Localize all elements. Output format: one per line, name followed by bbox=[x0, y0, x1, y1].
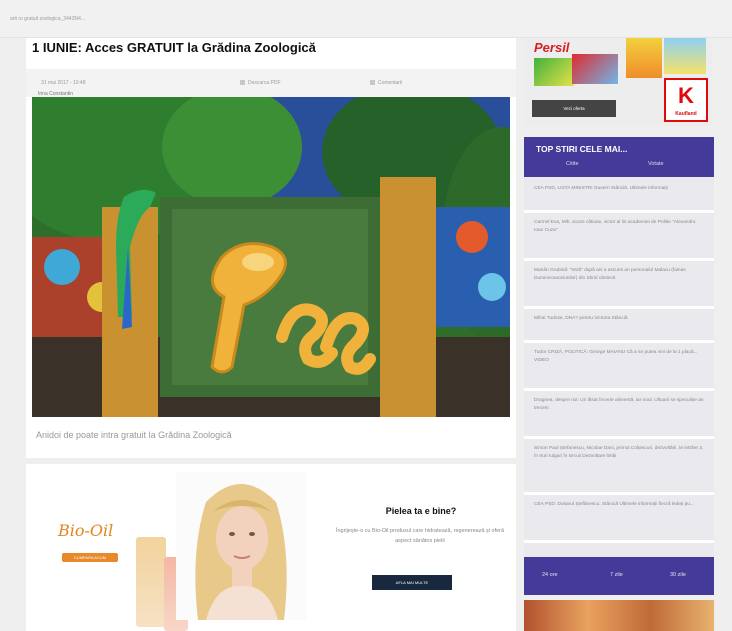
persil-logo: Persil bbox=[534, 40, 570, 55]
top-news-title: TOP STIRI CELE MAI... bbox=[536, 144, 628, 154]
tab-7-days[interactable]: 7 zile bbox=[610, 572, 623, 578]
list-item[interactable]: Simon Paul Ștefanescu, Nicolae Dani, pri… bbox=[524, 439, 714, 495]
ad-learn-more-button[interactable]: AFLA MAI MULTE bbox=[372, 575, 452, 590]
top-news-header: TOP STIRI CELE MAI... Citite Votate bbox=[524, 137, 714, 177]
ad-description: Îngrijește-o cu Bio-Oil produsul care hi… bbox=[335, 528, 505, 544]
photo-caption: Anidoi de poate intra gratuit la Grădina… bbox=[36, 430, 232, 440]
article-byline: Irina Constantin 31 mai 2017 - 10:48 bbox=[38, 80, 86, 97]
article-column: 1 IUNIE: Acces GRATUIT la Grădina Zoolog… bbox=[26, 38, 516, 631]
comments-link[interactable]: Comentarii bbox=[370, 80, 402, 86]
article-title[interactable]: 1 IUNIE: Acces GRATUIT la Grădina Zoolog… bbox=[32, 40, 316, 55]
list-item[interactable]: CEA PSD: Dosarul Ștefănescu, Stânciă Ult… bbox=[524, 495, 714, 543]
download-pdf-link[interactable]: Descarca PDF bbox=[240, 80, 281, 86]
comment-icon bbox=[370, 80, 375, 86]
list-item[interactable]: Mariân Grubină: "Intră" după ani a ascun… bbox=[524, 261, 714, 309]
article-date: 31 mai 2017 - 10:48 bbox=[41, 80, 86, 86]
kaufland-letter: K bbox=[678, 83, 694, 108]
view-offer-button[interactable]: Vezi oferta bbox=[532, 100, 616, 117]
article-photo[interactable] bbox=[32, 97, 510, 417]
top-news-list: CEA PSD, LISTA MINISTRI Guvern Stânciă. … bbox=[524, 179, 714, 543]
list-item[interactable]: Dragnea, despre noi: Un lăsat încerte al… bbox=[524, 391, 714, 439]
list-item[interactable]: Carmel Eva, Mih. scuze câtiuse, victor a… bbox=[524, 213, 714, 261]
ad-headline: Pielea ta e bine? bbox=[385, 506, 457, 516]
browser-url-bar[interactable]: arti ro gratuit zoologica_3443N4... bbox=[0, 0, 732, 38]
persil-pack-green bbox=[534, 58, 574, 86]
zoo-entrance-image bbox=[32, 97, 510, 417]
kaufland-logo: K Kaufland bbox=[664, 78, 708, 122]
detergent-pack-blue bbox=[664, 38, 706, 74]
tab-24-hours[interactable]: 24 ore bbox=[542, 572, 558, 578]
article-meta-bar: Irina Constantin 31 mai 2017 - 10:48 Des… bbox=[26, 69, 516, 97]
ad-model-photo bbox=[176, 472, 306, 620]
biooil-cta-button[interactable]: CUMPARA ACUM bbox=[62, 553, 118, 562]
model-illustration bbox=[176, 472, 306, 620]
biooil-logo: Bio-Oil bbox=[58, 521, 114, 540]
download-pdf-label: Descarca PDF bbox=[248, 80, 281, 86]
list-item[interactable]: CEA PSD, LISTA MINISTRI Guvern Stânciă. … bbox=[524, 179, 714, 213]
biooil-advertisement[interactable]: Bio-Oil CUMPARA ACUM Pielea ta e bine? Î… bbox=[26, 458, 516, 631]
kaufland-wordmark: Kaufland bbox=[675, 111, 697, 117]
biooil-product-block[interactable]: Bio-Oil CUMPARA ACUM bbox=[58, 511, 188, 631]
persil-pack-red bbox=[572, 54, 618, 84]
list-item[interactable]: Tudor CRIZĂ, POLITICĂ: George MAIANU Că … bbox=[524, 343, 714, 391]
persil-product-block: Persil bbox=[530, 40, 620, 88]
url-text[interactable]: arti ro gratuit zoologica_3443N4... bbox=[10, 16, 85, 22]
tab-citite[interactable]: Citite bbox=[566, 161, 579, 167]
top-news-widget: TOP STIRI CELE MAI... Citite Votate CEA … bbox=[524, 137, 714, 595]
persil-kaufland-advertisement[interactable]: Persil K Kaufland Vezi oferta bbox=[524, 38, 712, 126]
detergent-pack-yellow bbox=[626, 38, 662, 78]
biooil-bottle-large bbox=[136, 537, 166, 627]
food-advertisement-image[interactable] bbox=[524, 600, 714, 631]
tab-votate[interactable]: Votate bbox=[648, 161, 664, 167]
pdf-icon bbox=[240, 80, 245, 86]
tab-30-days[interactable]: 30 zile bbox=[670, 572, 686, 578]
top-news-period-tabs: 24 ore 7 zile 30 zile bbox=[524, 557, 714, 595]
page: 1 IUNIE: Acces GRATUIT la Grădina Zoolog… bbox=[0, 38, 732, 631]
comments-label: Comentarii bbox=[378, 80, 403, 86]
right-sidebar: Persil K Kaufland Vezi oferta TOP STIRI … bbox=[522, 38, 718, 631]
list-item[interactable]: Mihai Tudose, DNA? pentru Victoria Stânc… bbox=[524, 309, 714, 343]
